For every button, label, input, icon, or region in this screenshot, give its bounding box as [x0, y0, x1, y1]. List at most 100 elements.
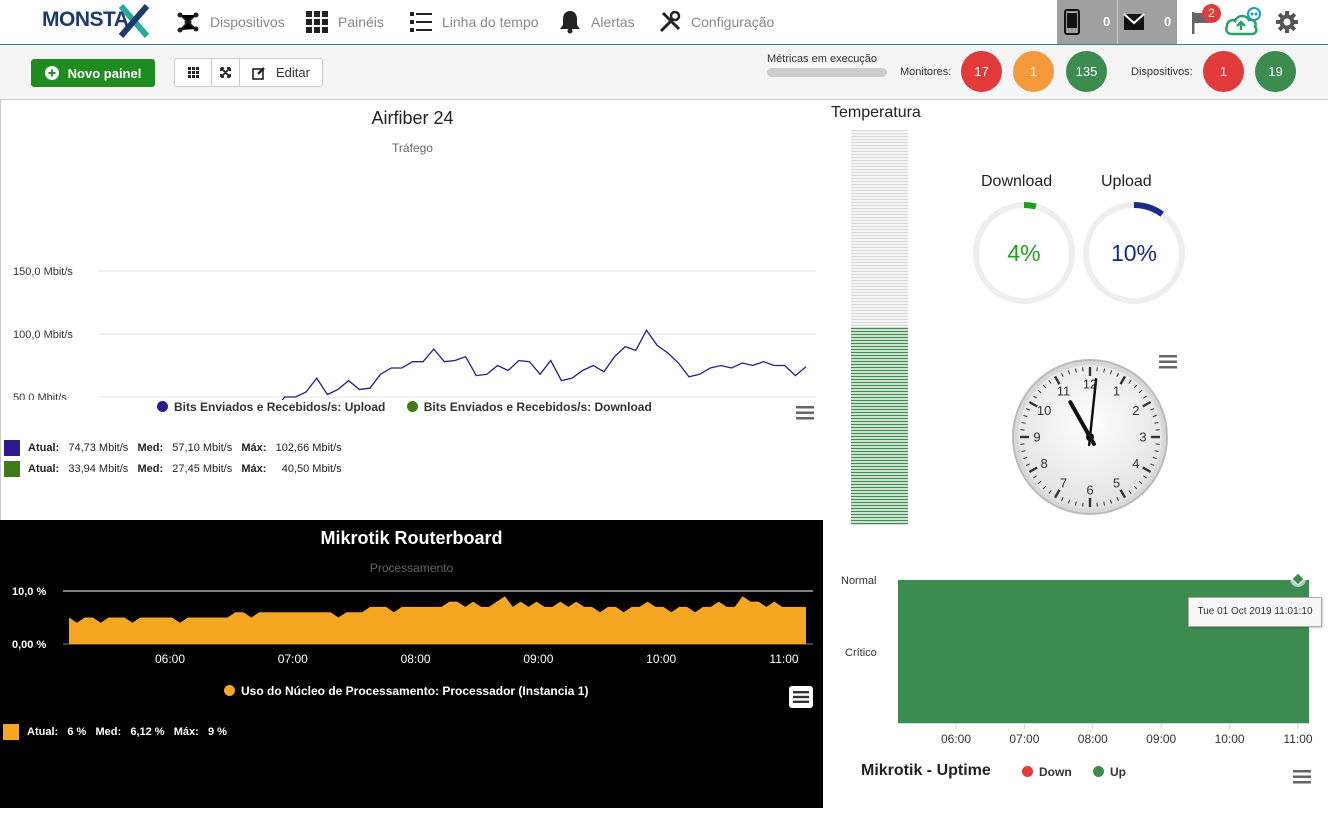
stat-max-value: 102,66 Mbit/s: [275, 442, 342, 454]
monitors-critical-badge[interactable]: 17: [961, 51, 1002, 92]
upload-gauge-value: 10%: [1110, 240, 1158, 266]
edit-label: Editar: [276, 65, 310, 80]
uptime-legend: Down Up: [1022, 765, 1126, 779]
y-tick-label: 10,0 %: [12, 586, 46, 598]
legend-upload-dot: [157, 401, 168, 412]
stat-atual-label: Atual:: [27, 726, 59, 738]
x-tick-label: 10:00: [646, 652, 676, 666]
fullscreen-button[interactable]: [212, 59, 240, 86]
gear-icon[interactable]: [1276, 11, 1298, 33]
legend-upload-label: Bits Enviados e Recebidos/s: Upload: [174, 400, 386, 414]
devices-label: Dispositivos:: [1131, 66, 1193, 78]
legend-down-label: Down: [1039, 765, 1072, 779]
devices-up-badge[interactable]: 19: [1255, 51, 1296, 92]
mikrotik-stats: Atual: 6 % Med: 6,12 % Máx: 9 %: [3, 724, 227, 740]
nav-paineis[interactable]: Painéis: [306, 10, 384, 34]
stat-med-value: 57,10 Mbit/s: [172, 442, 233, 454]
grid-layout-button[interactable]: [175, 59, 212, 86]
y-tick-label: 50,0 Mbit/s: [13, 392, 67, 400]
stat-med-label: Med:: [95, 726, 122, 738]
x-tick-label: 08:00: [401, 652, 431, 666]
legend-down[interactable]: Down: [1022, 765, 1072, 779]
mobile-status[interactable]: 0: [1057, 0, 1117, 44]
y-tick-label: 0,00 %: [12, 639, 46, 651]
clock-numeral: 3: [1139, 430, 1146, 445]
legend-down-dot: [1022, 766, 1033, 777]
clock-numeral: 2: [1132, 403, 1139, 418]
airfiber-menu-icon[interactable]: [796, 406, 814, 420]
airfiber-stats-upload: Atual: 74,73 Mbit/s Med: 57,10 Mbit/s Má…: [4, 439, 342, 457]
expand-icon: [220, 67, 231, 78]
nav-configuracao[interactable]: Configuração: [659, 10, 774, 34]
clock-numeral: 6: [1086, 483, 1093, 498]
monitors-warning-badge[interactable]: 1: [1013, 51, 1054, 92]
metrics-running-label: Métricas em execução: [767, 53, 878, 65]
monitors-ok-badge[interactable]: 135: [1066, 51, 1107, 92]
grid-icon: [306, 11, 328, 33]
gauge-arc: [1023, 202, 1037, 210]
plus-circle-icon: [44, 66, 59, 80]
mikrotik-legend[interactable]: Uso do Núcleo de Processamento: Processa…: [224, 684, 588, 698]
stat-atual-value: 33,94 Mbit/s: [68, 463, 129, 475]
stat-atual-value: 74,73 Mbit/s: [68, 442, 129, 454]
uptime-chart: Normal Crítico 06:00 07:00 08:00 09:00 10:00 11…: [841, 571, 1313, 746]
legend-upload[interactable]: Bits Enviados e Recebidos/s: Upload: [157, 400, 385, 414]
legend-cpu-dot: [224, 685, 235, 696]
nav-linha-do-tempo[interactable]: Linha do tempo: [410, 10, 539, 34]
y-tick-label: 100,0 Mbit/s: [13, 329, 73, 341]
legend-up-label: Up: [1110, 765, 1127, 779]
bell-icon: [560, 11, 580, 34]
stat-max-value: 9 %: [207, 726, 227, 738]
nav-alertas[interactable]: Alertas: [559, 10, 635, 34]
airfiber-panel: Airfiber 24 Tráfego 0,00 bit/s50,0 Mbit/…: [0, 100, 823, 520]
new-panel-label: Novo painel: [67, 65, 142, 81]
new-panel-button[interactable]: Novo painel: [31, 59, 155, 87]
y-tick-label: Crítico: [845, 647, 877, 659]
mikrotik-menu-button[interactable]: [789, 686, 813, 708]
mikrotik-panel: Mikrotik Routerboard Processamento 0,00 …: [0, 520, 823, 808]
mail-status[interactable]: 0: [1117, 0, 1177, 44]
monsta-logo[interactable]: MONSTA: [42, 4, 150, 38]
menu-icon: [793, 691, 809, 703]
nav-dispositivos[interactable]: Dispositivos: [176, 10, 285, 34]
x-tick-label: 09:00: [523, 652, 553, 666]
download-gauge-value: 4%: [1007, 240, 1041, 266]
stat-atual-label: Atual:: [28, 442, 60, 454]
upload-gauge-label: Upload: [1101, 173, 1152, 190]
clock-numeral: 7: [1060, 475, 1067, 490]
logo-x-icon: [118, 4, 150, 38]
x-tick-label: 07:00: [1009, 732, 1039, 746]
stat-max-label: Máx:: [173, 726, 199, 738]
clock-numeral: 5: [1113, 475, 1120, 490]
metrics-progress-bar: [767, 68, 887, 77]
uptime-menu-icon[interactable]: [1293, 770, 1311, 784]
stats-color-swatch: [3, 724, 19, 740]
stat-max-label: Máx:: [241, 463, 267, 475]
legend-download[interactable]: Bits Enviados e Recebidos/s: Download: [406, 400, 652, 414]
logo-text: MONSTA: [42, 8, 129, 31]
legend-up[interactable]: Up: [1093, 765, 1126, 779]
edit-button[interactable]: Editar: [240, 59, 322, 86]
download-gauge-label: Download: [981, 173, 1053, 190]
stat-med-value: 6,12 %: [130, 726, 165, 738]
stat-atual-label: Atual:: [28, 463, 60, 475]
network-icon: [177, 12, 199, 33]
grid-small-icon: [187, 67, 199, 78]
mail-icon: [1123, 13, 1145, 30]
stat-max-value: 40,50 Mbit/s: [281, 463, 342, 475]
timeline-icon: [410, 12, 432, 32]
x-tick-label: 06:00: [155, 652, 185, 666]
flag-notifications[interactable]: 2: [1190, 4, 1222, 37]
series-line: [281, 328, 807, 400]
clock-numeral: 9: [1033, 430, 1040, 445]
airfiber-stats-download: Atual: 33,94 Mbit/s Med: 27,45 Mbit/s Má…: [4, 460, 342, 478]
analog-clock: 1234567891011 12: [1012, 359, 1168, 515]
mikrotik-cpu-chart: 0,00 % 10,0 % 06:00 07:00 08:00 09:00 10:00 11:…: [12, 586, 813, 666]
x-tick-label: 06:00: [941, 732, 971, 746]
devices-down-badge[interactable]: 1: [1203, 51, 1244, 92]
top-navbar: MONSTA Dispositivos Painéis Linha do tem…: [0, 0, 1328, 45]
airfiber-legend: Bits Enviados e Recebidos/s: Upload Bits…: [157, 400, 652, 414]
edit-icon: [252, 66, 265, 80]
y-tick-label: Normal: [841, 575, 876, 587]
cloud-robot-icon[interactable]: [1224, 6, 1264, 38]
